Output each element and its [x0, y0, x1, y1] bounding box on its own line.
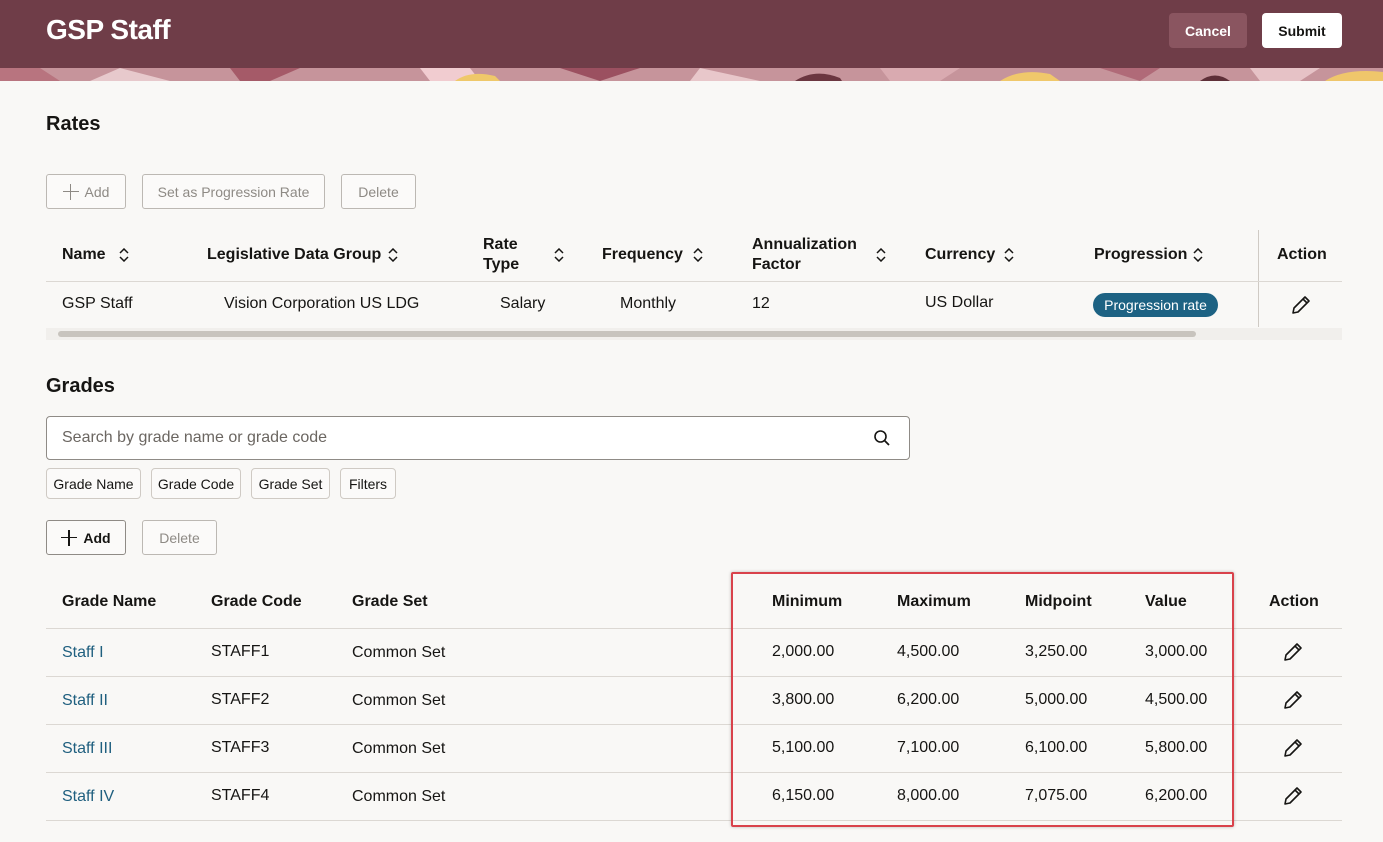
col-header-value: Value: [1145, 593, 1187, 610]
grades-add-label: Add: [83, 529, 111, 546]
col-header-currency[interactable]: Currency: [925, 245, 995, 265]
grade-maximum-cell: 8,000.00: [897, 787, 960, 804]
edit-pencil-icon[interactable]: [1282, 737, 1304, 759]
plus-icon: [61, 529, 78, 546]
grade-code-cell: STAFF3: [211, 739, 270, 756]
divider: [46, 676, 1342, 677]
grade-minimum-cell: 3,800.00: [772, 691, 835, 708]
grade-name-link[interactable]: Staff II: [62, 691, 108, 711]
divider: [46, 820, 1342, 821]
rates-add-button[interactable]: Add: [46, 174, 126, 209]
col-header-action: Action: [1277, 246, 1327, 263]
col-header-maximum: Maximum: [897, 593, 971, 610]
divider: [46, 628, 1342, 629]
grade-minimum-cell: 6,150.00: [772, 787, 835, 804]
col-header-progression[interactable]: Progression: [1094, 245, 1187, 265]
sort-icon[interactable]: [693, 248, 703, 262]
progression-badge: Progression rate: [1093, 293, 1218, 317]
search-icon[interactable]: [873, 429, 891, 447]
col-header-frequency[interactable]: Frequency: [602, 245, 683, 265]
col-header-annualization-line1[interactable]: Annualization: [752, 235, 857, 255]
grade-set-cell: Common Set: [352, 788, 446, 805]
col-header-annualization-line2[interactable]: Factor: [752, 255, 801, 275]
grade-code-cell: STAFF2: [211, 691, 270, 708]
frozen-column-divider: [1258, 230, 1259, 327]
col-header-rate-type-line2[interactable]: Type: [483, 255, 519, 275]
rates-add-label: Add: [84, 183, 110, 200]
grades-delete-button[interactable]: Delete: [142, 520, 217, 555]
page-title: GSP Staff: [46, 14, 171, 45]
grade-midpoint-cell: 3,250.00: [1025, 643, 1088, 660]
grade-midpoint-cell: 7,075.00: [1025, 787, 1088, 804]
col-header-name[interactable]: Name: [62, 245, 106, 265]
sort-icon[interactable]: [1004, 248, 1014, 262]
grade-set-cell: Common Set: [352, 740, 446, 757]
rate-currency-cell: US Dollar: [925, 294, 994, 311]
grade-search-box[interactable]: [46, 416, 910, 460]
grade-value-cell: 4,500.00: [1145, 691, 1208, 708]
col-header-ldg[interactable]: Legislative Data Group: [207, 245, 381, 265]
col-header-minimum: Minimum: [772, 593, 843, 610]
col-header-action: Action: [1269, 593, 1319, 610]
col-header-rate-type-line1[interactable]: Rate: [483, 235, 518, 255]
grade-name-link[interactable]: Staff I: [62, 643, 104, 663]
edit-pencil-icon[interactable]: [1282, 641, 1304, 663]
sort-icon[interactable]: [554, 248, 564, 262]
rate-ldg-cell: Vision Corporation US LDG: [224, 295, 420, 312]
filter-chip-filters[interactable]: Filters: [340, 468, 396, 499]
rate-name-cell: GSP Staff: [62, 295, 133, 312]
edit-pencil-icon[interactable]: [1290, 294, 1312, 316]
edit-pencil-icon[interactable]: [1282, 785, 1304, 807]
grade-value-cell: 6,200.00: [1145, 787, 1208, 804]
sort-icon[interactable]: [119, 248, 129, 262]
plus-icon: [62, 183, 79, 200]
decorative-banner: [0, 68, 1383, 81]
grade-code-cell: STAFF1: [211, 643, 270, 660]
divider: [46, 772, 1342, 773]
grade-name-link[interactable]: Staff IV: [62, 787, 114, 807]
grade-name-link[interactable]: Staff III: [62, 739, 112, 759]
grade-midpoint-cell: 5,000.00: [1025, 691, 1088, 708]
grade-value-cell: 3,000.00: [1145, 643, 1208, 660]
col-header-grade-set: Grade Set: [352, 593, 428, 610]
col-header-grade-name: Grade Name: [62, 593, 157, 610]
filter-chip-grade-set[interactable]: Grade Set: [251, 468, 330, 499]
grade-value-cell: 5,800.00: [1145, 739, 1208, 756]
submit-button[interactable]: Submit: [1262, 13, 1342, 48]
grade-search-input[interactable]: [62, 428, 842, 448]
grade-maximum-cell: 7,100.00: [897, 739, 960, 756]
rate-frequency-cell: Monthly: [620, 295, 677, 312]
rates-section-title: Rates: [46, 113, 101, 135]
sort-icon[interactable]: [1193, 248, 1203, 262]
grade-minimum-cell: 2,000.00: [772, 643, 835, 660]
rates-delete-button[interactable]: Delete: [341, 174, 416, 209]
grade-minimum-cell: 5,100.00: [772, 739, 835, 756]
rate-type-cell: Salary: [500, 295, 546, 312]
filter-chip-grade-name[interactable]: Grade Name: [46, 468, 141, 499]
grades-add-button[interactable]: Add: [46, 520, 126, 555]
col-header-midpoint: Midpoint: [1025, 593, 1092, 610]
grade-code-cell: STAFF4: [211, 787, 270, 804]
grade-maximum-cell: 4,500.00: [897, 643, 960, 660]
grade-set-cell: Common Set: [352, 692, 446, 709]
filter-chip-grade-code[interactable]: Grade Code: [151, 468, 241, 499]
cancel-button[interactable]: Cancel: [1169, 13, 1247, 48]
divider: [46, 281, 1342, 282]
grades-section-title: Grades: [46, 375, 115, 397]
grade-midpoint-cell: 6,100.00: [1025, 739, 1088, 756]
set-progression-rate-button[interactable]: Set as Progression Rate: [142, 174, 325, 209]
rate-annualization-cell: 12: [752, 295, 770, 312]
sort-icon[interactable]: [388, 248, 398, 262]
sort-icon[interactable]: [876, 248, 886, 262]
col-header-grade-code: Grade Code: [211, 593, 302, 610]
grade-set-cell: Common Set: [352, 644, 446, 661]
grade-maximum-cell: 6,200.00: [897, 691, 960, 708]
divider: [46, 724, 1342, 725]
scrollbar-thumb[interactable]: [58, 331, 1196, 337]
edit-pencil-icon[interactable]: [1282, 689, 1304, 711]
app-header: GSP Staff Cancel Submit: [0, 0, 1383, 68]
